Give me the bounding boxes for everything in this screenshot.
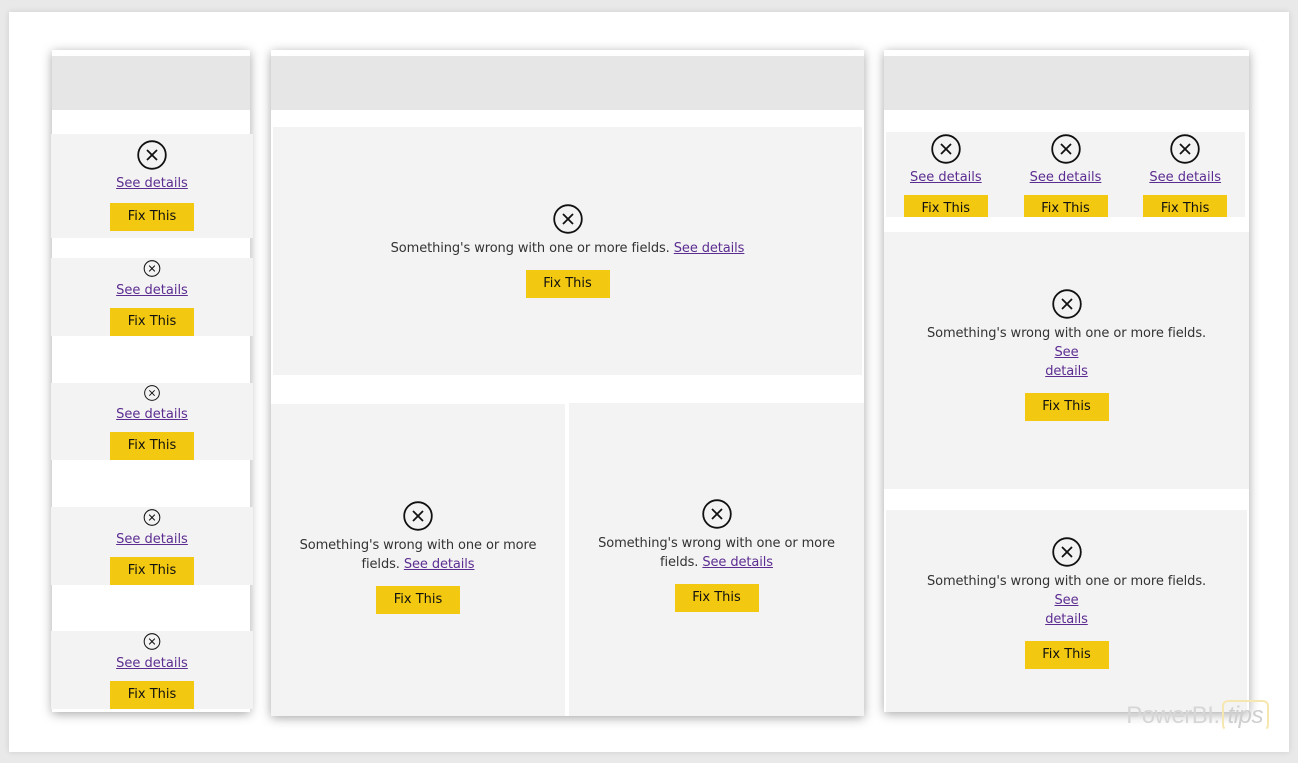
right-small-tiles-row: See details Fix This See details Fix Thi… — [886, 132, 1245, 217]
fix-this-button[interactable]: Fix This — [110, 557, 194, 585]
error-circle-x-icon — [702, 499, 732, 529]
see-details-link[interactable]: See details — [1045, 345, 1088, 379]
error-message: Something's wrong with one or more field… — [926, 325, 1207, 379]
error-message: Something's wrong with one or more field… — [299, 537, 537, 572]
left-tile-4: See details Fix This — [51, 507, 253, 585]
see-details-link[interactable]: See details — [116, 176, 188, 191]
fix-this-button[interactable]: Fix This — [110, 203, 194, 231]
error-circle-x-icon — [1052, 537, 1082, 567]
error-circle-x-icon — [403, 501, 433, 531]
see-details-link[interactable]: See details — [1149, 170, 1221, 185]
fix-this-button[interactable]: Fix This — [903, 195, 988, 217]
see-details-link[interactable]: See details — [404, 557, 475, 572]
powerbi-tips-logo: PowerBI. tips — [1126, 700, 1269, 731]
fix-this-button[interactable]: Fix This — [1024, 392, 1109, 421]
see-details-link[interactable]: See details — [116, 532, 188, 547]
error-circle-x-icon — [1052, 289, 1082, 319]
center-bottom-left-tile: Something's wrong with one or more field… — [271, 404, 565, 716]
right-small-tile-3: See details Fix This — [1125, 132, 1245, 217]
left-tile-2: See details Fix This — [51, 258, 253, 336]
right-panel: See details Fix This See details Fix Thi… — [884, 50, 1249, 712]
error-circle-x-icon — [137, 385, 167, 401]
error-circle-x-icon — [553, 204, 583, 234]
fix-this-button[interactable]: Fix This — [376, 585, 460, 614]
error-circle-x-icon — [137, 633, 167, 650]
right-panel-header — [884, 56, 1249, 110]
fix-this-button[interactable]: Fix This — [1023, 195, 1108, 217]
fix-this-button[interactable]: Fix This — [110, 681, 194, 709]
error-circle-x-icon — [931, 134, 961, 164]
left-tile-5: See details Fix This — [51, 631, 253, 709]
fix-this-button[interactable]: Fix This — [674, 584, 759, 612]
error-circle-x-icon — [137, 509, 167, 526]
error-circle-x-icon — [137, 260, 167, 277]
center-panel-header — [271, 56, 864, 110]
error-circle-x-icon — [1170, 134, 1200, 164]
left-tile-3: See details Fix This — [51, 383, 253, 460]
see-details-link[interactable]: See details — [702, 555, 773, 570]
see-details-link[interactable]: See details — [1045, 593, 1088, 627]
see-details-link[interactable]: See details — [674, 241, 745, 256]
left-tile-1: See details Fix This — [51, 134, 253, 238]
fix-this-button[interactable]: Fix This — [1143, 195, 1228, 217]
fix-this-button[interactable]: Fix This — [110, 308, 194, 336]
error-message: Something's wrong with one or more field… — [926, 574, 1207, 627]
see-details-link[interactable]: See details — [116, 656, 188, 671]
see-details-link[interactable]: See details — [116, 283, 188, 298]
fix-this-button[interactable]: Fix This — [1024, 641, 1109, 669]
fix-this-button[interactable]: Fix This — [110, 432, 194, 460]
left-panel: See details Fix This See details Fix Thi… — [51, 50, 253, 712]
center-bottom-right-tile: Something's wrong with one or more field… — [569, 403, 864, 716]
right-small-tile-1: See details Fix This — [886, 132, 1006, 217]
left-panel-header — [52, 56, 250, 110]
report-canvas: See details Fix This See details Fix Thi… — [9, 12, 1289, 752]
error-message: Something's wrong with one or more field… — [598, 536, 835, 570]
error-message: Something's wrong with one or more field… — [390, 241, 745, 256]
see-details-link[interactable]: See details — [1030, 170, 1102, 185]
error-circle-x-icon — [1051, 134, 1081, 164]
right-middle-tile: Something's wrong with one or more field… — [884, 232, 1249, 489]
see-details-link[interactable]: See details — [910, 170, 982, 185]
error-circle-x-icon — [137, 140, 167, 170]
see-details-link[interactable]: See details — [116, 407, 188, 422]
center-panel: Something's wrong with one or more field… — [271, 50, 864, 716]
center-top-tile: Something's wrong with one or more field… — [273, 127, 862, 375]
right-bottom-tile: Something's wrong with one or more field… — [886, 510, 1247, 712]
fix-this-button[interactable]: Fix This — [525, 270, 610, 298]
right-small-tile-2: See details Fix This — [1006, 132, 1126, 217]
